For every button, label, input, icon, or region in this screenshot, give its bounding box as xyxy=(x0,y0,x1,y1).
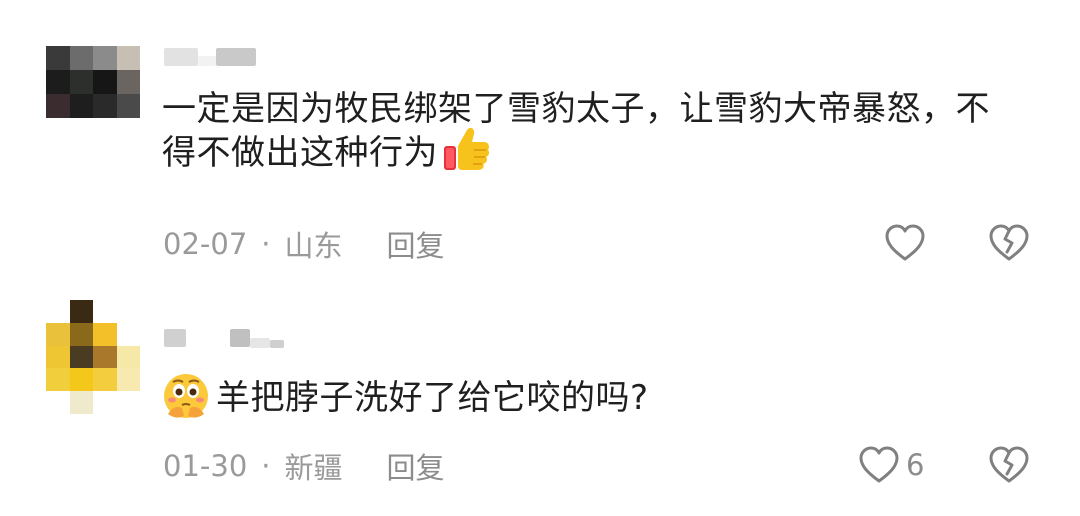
comment-location: 山东 xyxy=(284,229,343,263)
broken-heart-icon xyxy=(988,224,1030,262)
heart-icon xyxy=(884,224,926,262)
broken-heart-icon xyxy=(988,446,1030,484)
comment-text: 一定是因为牧民绑架了雪豹太子，让雪豹大帝暴怒，不得不做出这种行为 xyxy=(162,87,992,176)
comment-meta: 02-07 · 山东 回复 xyxy=(163,224,445,264)
reply-button[interactable]: 回复 xyxy=(387,445,445,487)
comment-meta: 01-30 · 新疆 回复 xyxy=(163,446,445,486)
like-button[interactable]: 6 xyxy=(858,446,924,484)
meta-separator: · xyxy=(261,449,271,483)
avatar[interactable] xyxy=(46,46,140,118)
thumbs-up-icon xyxy=(440,124,492,176)
comment-text: 羊把脖子洗好了给它咬的吗? xyxy=(162,373,992,422)
comment-location: 新疆 xyxy=(284,451,343,485)
like-button[interactable] xyxy=(884,224,932,262)
username[interactable] xyxy=(164,46,256,68)
dislike-button[interactable] xyxy=(988,224,1030,262)
meta-separator: · xyxy=(261,227,271,261)
comment-date: 02-07 xyxy=(163,227,248,261)
thinking-face-icon xyxy=(160,370,212,422)
dislike-button[interactable] xyxy=(988,446,1030,484)
reply-button[interactable]: 回复 xyxy=(387,223,445,265)
avatar[interactable] xyxy=(46,300,140,414)
like-count: 6 xyxy=(906,448,925,482)
username[interactable] xyxy=(164,327,284,349)
heart-icon xyxy=(858,446,900,484)
comment-date: 01-30 xyxy=(163,449,248,483)
